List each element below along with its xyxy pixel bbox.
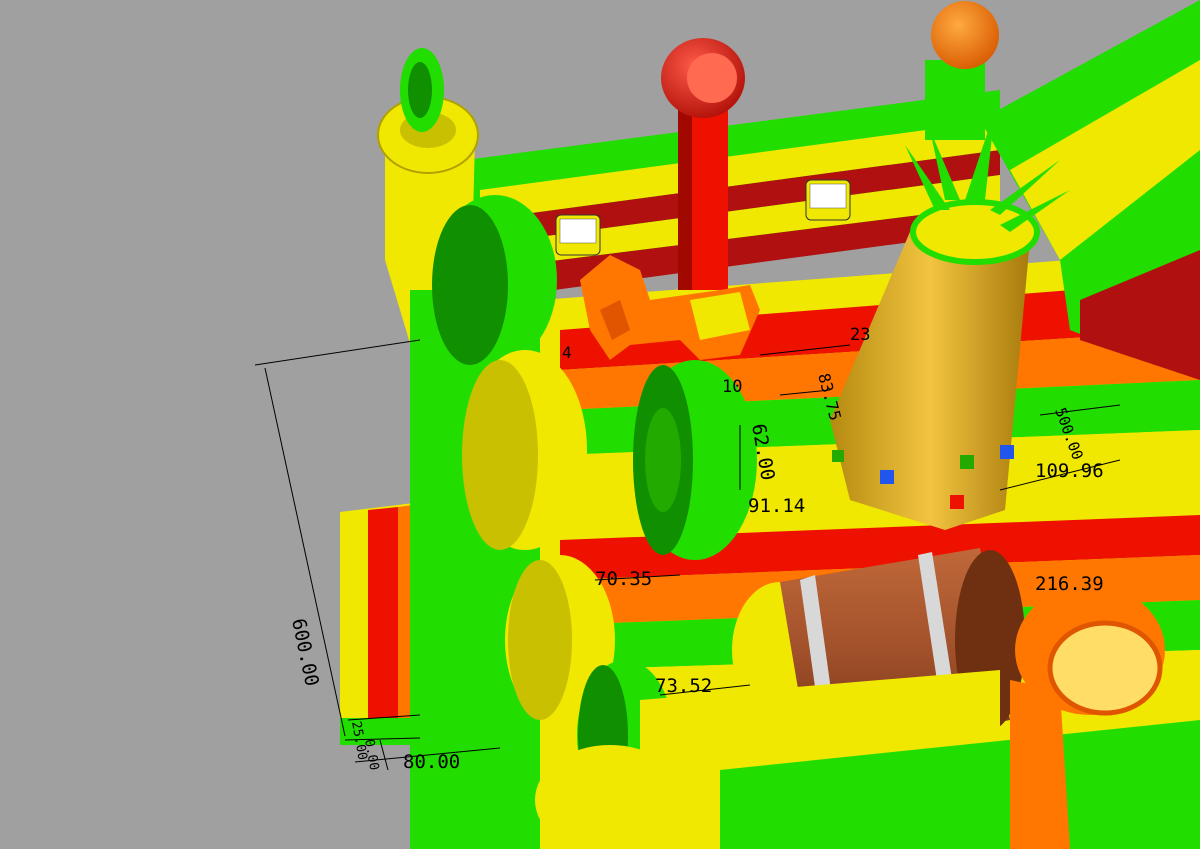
cad-3d-viewport[interactable]: 600.00 80.00 25.00 0.00 216.39 109.96 91… (0, 0, 1200, 849)
dim-10: 10 (722, 377, 742, 397)
dim-80: 80.00 (403, 751, 460, 773)
dim-216: 216.39 (1035, 573, 1104, 595)
dim-91: 91.14 (748, 495, 805, 517)
dim-110: 109.96 (1035, 460, 1104, 482)
dim-73: 73.52 (655, 675, 712, 697)
dim-70: 70.35 (595, 568, 652, 590)
model-render: 600.00 80.00 25.00 0.00 216.39 109.96 91… (254, 0, 1200, 849)
dim-4: 4 (562, 343, 572, 362)
dim-23: 23 (850, 325, 870, 345)
dim-600: 600.00 (287, 616, 323, 688)
